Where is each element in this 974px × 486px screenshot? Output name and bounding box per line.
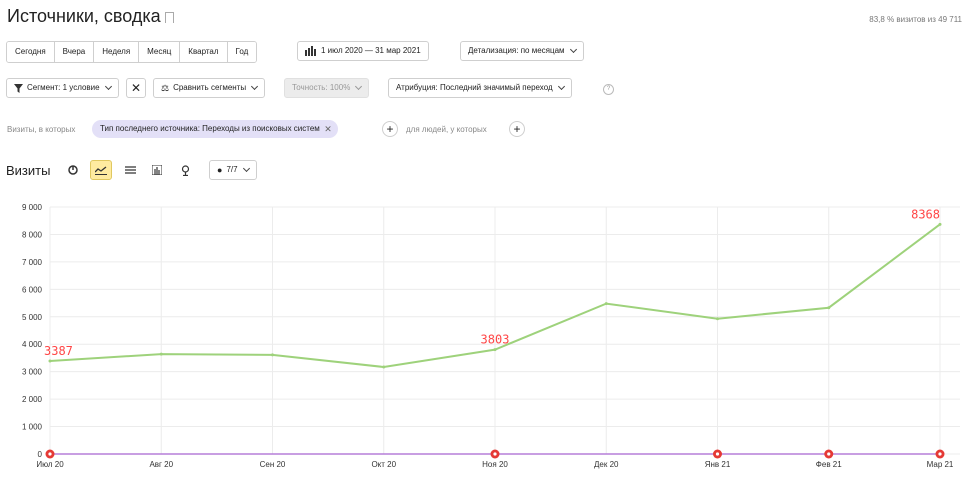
x-tick-label: Ноя 20: [482, 460, 508, 469]
x-tick-label: Авг 20: [149, 460, 173, 469]
y-tick-label: 2 000: [22, 395, 43, 404]
date-range-button[interactable]: 1 июл 2020 — 31 мар 2021: [297, 41, 429, 61]
period-month-button[interactable]: Месяц: [139, 42, 181, 62]
period-selector: Сегодня Вчера Неделя Месяц Квартал Год: [6, 41, 258, 63]
plus-icon: +: [386, 122, 394, 136]
series-point: [159, 352, 163, 356]
bar-chart-button[interactable]: [146, 160, 168, 180]
annotation-marker-dot: [493, 452, 497, 456]
clear-segment-button[interactable]: ✕: [126, 78, 146, 98]
add-visit-condition-button[interactable]: +: [382, 121, 398, 137]
series-point: [604, 302, 608, 306]
annotation-marker-dot: [938, 452, 942, 456]
people-filter-label: для людей, у которых: [406, 125, 487, 134]
series-point: [827, 306, 831, 310]
add-people-condition-button[interactable]: +: [509, 121, 525, 137]
accuracy-dropdown[interactable]: Точность: 100%: [284, 78, 370, 98]
filter-icon: [14, 83, 23, 93]
plus-icon: +: [513, 122, 521, 136]
y-tick-label: 1 000: [22, 423, 43, 432]
chart-grid: [49, 206, 960, 455]
chart-title: Визиты: [6, 163, 51, 178]
compare-segments-dropdown[interactable]: ⚖ Сравнить сегменты: [153, 78, 266, 98]
x-tick-label: Янв 21: [705, 460, 731, 469]
compare-label: Сравнить сегменты: [173, 83, 247, 92]
source-filter-chip[interactable]: Тип последнего источника: Переходы из по…: [92, 120, 338, 138]
period-year-button[interactable]: Год: [227, 42, 257, 62]
chevron-down-icon: [569, 45, 577, 54]
period-quarter-button[interactable]: Квартал: [180, 42, 228, 62]
y-axis-ticks: 0 1 000 2 000 3 000 4 000 5 000 6 000 7 000 8 00…: [22, 203, 43, 459]
line-chart-icon: [95, 166, 107, 175]
close-icon[interactable]: ✕: [324, 120, 332, 138]
visits-line-chart[interactable]: 0 1 000 2 000 3 000 4 000 5 000 6 000 7 000 8 00…: [0, 195, 974, 486]
data-label: 3387: [44, 344, 73, 358]
x-axis-ticks: Июл 20 Авг 20 Сен 20 Окт 20 Ноя 20 Дек 20 Янв …: [36, 460, 954, 469]
visits-filter-label: Визиты, в которых: [7, 125, 76, 134]
chevron-down-icon: [251, 82, 259, 91]
y-tick-label: 6 000: [22, 285, 43, 294]
series-point: [382, 365, 386, 369]
series-selector-dropdown[interactable]: ● 7/7: [209, 160, 257, 180]
location-pin-icon: [181, 164, 189, 176]
data-labels: 3387 3803 8368: [44, 207, 940, 358]
data-label: 3803: [481, 333, 510, 347]
series-count-label: 7/7: [226, 165, 238, 174]
close-icon: ✕: [130, 81, 142, 95]
attribution-dropdown[interactable]: Атрибуция: Последний значимый переход: [388, 78, 572, 98]
map-chart-button[interactable]: [174, 160, 196, 180]
visits-summary: 83,8 % визитов из 49 711: [869, 15, 962, 24]
stacked-chart-button[interactable]: [119, 160, 141, 180]
pie-chart-button[interactable]: [62, 160, 84, 180]
x-tick-label: Мар 21: [927, 460, 954, 469]
y-tick-label: 9 000: [22, 203, 43, 212]
period-today-button[interactable]: Сегодня: [7, 42, 55, 62]
attribution-label: Атрибуция: Последний значимый переход: [396, 83, 553, 92]
data-label: 8368: [911, 207, 940, 221]
annotation-marker-dot: [48, 452, 52, 456]
segment-dropdown[interactable]: Сегмент: 1 условие: [6, 78, 119, 98]
chevron-down-icon: [104, 82, 112, 91]
accuracy-label: Точность: 100%: [292, 83, 351, 92]
pie-chart-icon: [68, 165, 78, 175]
series-point: [716, 317, 719, 321]
x-tick-label: Окт 20: [371, 460, 396, 469]
y-tick-label: 3 000: [22, 368, 43, 377]
series-point: [48, 359, 52, 363]
x-tick-label: Июл 20: [36, 460, 64, 469]
y-tick-label: 5 000: [22, 313, 43, 322]
annotation-marker-dot: [827, 452, 831, 456]
info-icon[interactable]: ?: [603, 84, 614, 95]
detail-label: Детализация: по месяцам: [468, 46, 565, 55]
chevron-down-icon: [242, 164, 250, 173]
date-range-label: 1 июл 2020 — 31 мар 2021: [321, 46, 421, 55]
bookmark-icon[interactable]: [165, 12, 174, 27]
x-tick-label: Сен 20: [260, 460, 286, 469]
page-title: Источники, сводка: [7, 6, 161, 26]
series-point: [493, 348, 497, 352]
x-tick-label: Фев 21: [816, 460, 842, 469]
y-tick-label: 0: [38, 450, 43, 459]
chip-label: Тип последнего источника: Переходы из по…: [100, 124, 320, 133]
compare-icon: ⚖: [161, 83, 170, 93]
segment-label: Сегмент: 1 условие: [27, 83, 100, 92]
x-tick-label: Дек 20: [594, 460, 619, 469]
annotation-marker-dot: [715, 452, 720, 456]
stacked-lines-icon: [124, 166, 136, 174]
chevron-down-icon: [557, 82, 565, 91]
comment-icon: ●: [217, 165, 223, 175]
y-tick-label: 8 000: [22, 230, 43, 239]
chevron-down-icon: [355, 82, 363, 91]
line-chart-button[interactable]: [90, 160, 112, 180]
period-yesterday-button[interactable]: Вчера: [54, 42, 95, 62]
series-point: [271, 353, 274, 357]
period-week-button[interactable]: Неделя: [94, 42, 140, 62]
y-tick-label: 7 000: [22, 258, 43, 267]
y-tick-label: 4 000: [22, 340, 43, 349]
bar-chart-icon: [152, 165, 162, 175]
series-point: [938, 222, 942, 226]
detail-dropdown[interactable]: Детализация: по месяцам: [460, 41, 584, 61]
calendar-icon: [305, 46, 316, 56]
